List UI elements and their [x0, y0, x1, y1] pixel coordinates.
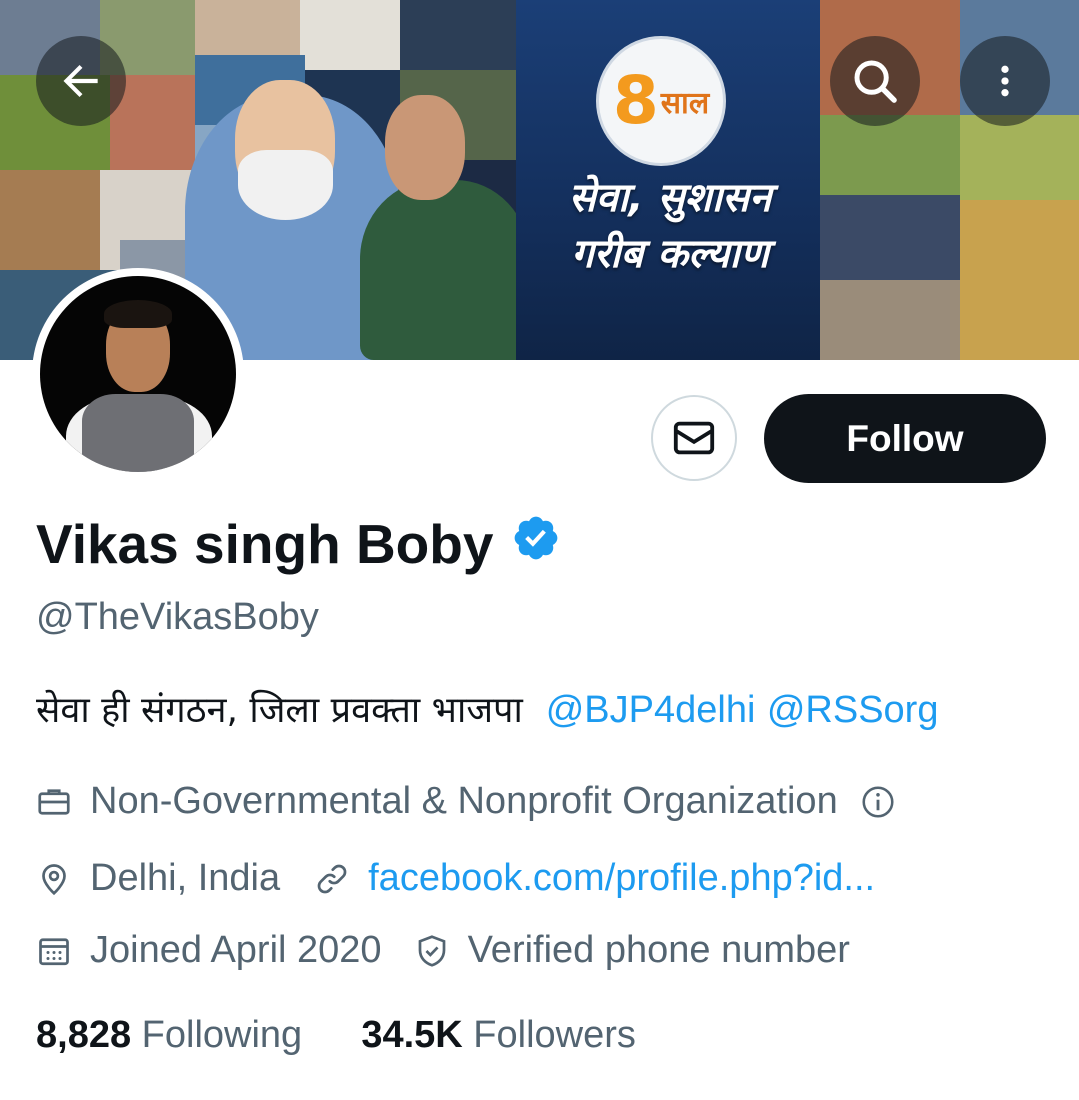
- back-button[interactable]: [36, 36, 126, 126]
- followers-count: 34.5K: [361, 1014, 463, 1056]
- following-stat[interactable]: 8,828 Following: [36, 1014, 313, 1056]
- verified-phone-label: Verified phone number: [467, 929, 850, 971]
- bio-text: सेवा ही संगठन, जिला प्रवक्ता भाजपा: [36, 690, 523, 731]
- search-icon: [854, 60, 897, 103]
- info-icon[interactable]: [860, 784, 896, 820]
- profile-category: Non-Governmental & Nonprofit Organizatio…: [90, 780, 838, 822]
- message-button[interactable]: [651, 395, 737, 481]
- following-label: Following: [141, 1014, 303, 1056]
- more-vertical-icon: [1001, 65, 1009, 97]
- profile-category-row: Non-Governmental & Nonprofit Organizatio…: [36, 780, 896, 823]
- bio-mention-bjp4delhi[interactable]: @BJP4delhi: [546, 689, 756, 731]
- shield-check-icon: [414, 933, 450, 969]
- banner-person-right-face: [385, 95, 465, 200]
- verified-badge-icon[interactable]: [511, 512, 561, 576]
- profile-stats: 8,828 Following 34.5K Followers: [36, 1014, 636, 1057]
- search-button[interactable]: [830, 36, 920, 126]
- profile-handle: @TheVikasBoby: [36, 596, 319, 638]
- followers-stat[interactable]: 34.5K Followers: [361, 1014, 636, 1056]
- banner-person-right: [360, 180, 530, 360]
- following-count: 8,828: [36, 1014, 132, 1056]
- banner-slogan-line-1: सेवा, सुशासन: [568, 175, 772, 221]
- profile-name-row: Vikas singh Boby: [36, 512, 561, 576]
- location-pin-icon: [36, 861, 72, 897]
- display-name: Vikas singh Boby: [36, 513, 494, 575]
- envelope-icon: [673, 421, 715, 455]
- profile-location-row: Delhi, India facebook.com/profile.php?id…: [36, 857, 875, 900]
- banner-person-left-beard: [238, 150, 333, 220]
- bio-mention-rssorg[interactable]: @RSSorg: [767, 689, 939, 731]
- profile-bio: सेवा ही संगठन, जिला प्रवक्ता भाजपा @BJP4…: [36, 684, 938, 733]
- avatar[interactable]: [32, 268, 244, 480]
- banner-slogan-line-2: गरीब कल्याण: [571, 231, 769, 277]
- followers-label: Followers: [473, 1014, 636, 1056]
- calendar-icon: [36, 933, 72, 969]
- profile-joined-row: Joined April 2020 Verified phone number: [36, 929, 850, 972]
- profile-website-link[interactable]: facebook.com/profile.php?id...: [368, 857, 875, 900]
- briefcase-icon: [36, 784, 72, 820]
- follow-button[interactable]: Follow: [764, 394, 1046, 483]
- arrow-left-icon: [63, 64, 98, 98]
- anniversary-badge: 8 साल: [596, 36, 726, 166]
- link-icon: [314, 861, 350, 897]
- badge-word: साल: [660, 85, 710, 121]
- badge-number: 8: [612, 62, 659, 139]
- profile-joined-date: Joined April 2020: [90, 929, 382, 971]
- more-options-button[interactable]: [960, 36, 1050, 126]
- avatar-photo: [40, 276, 236, 472]
- profile-location: Delhi, India: [90, 857, 281, 899]
